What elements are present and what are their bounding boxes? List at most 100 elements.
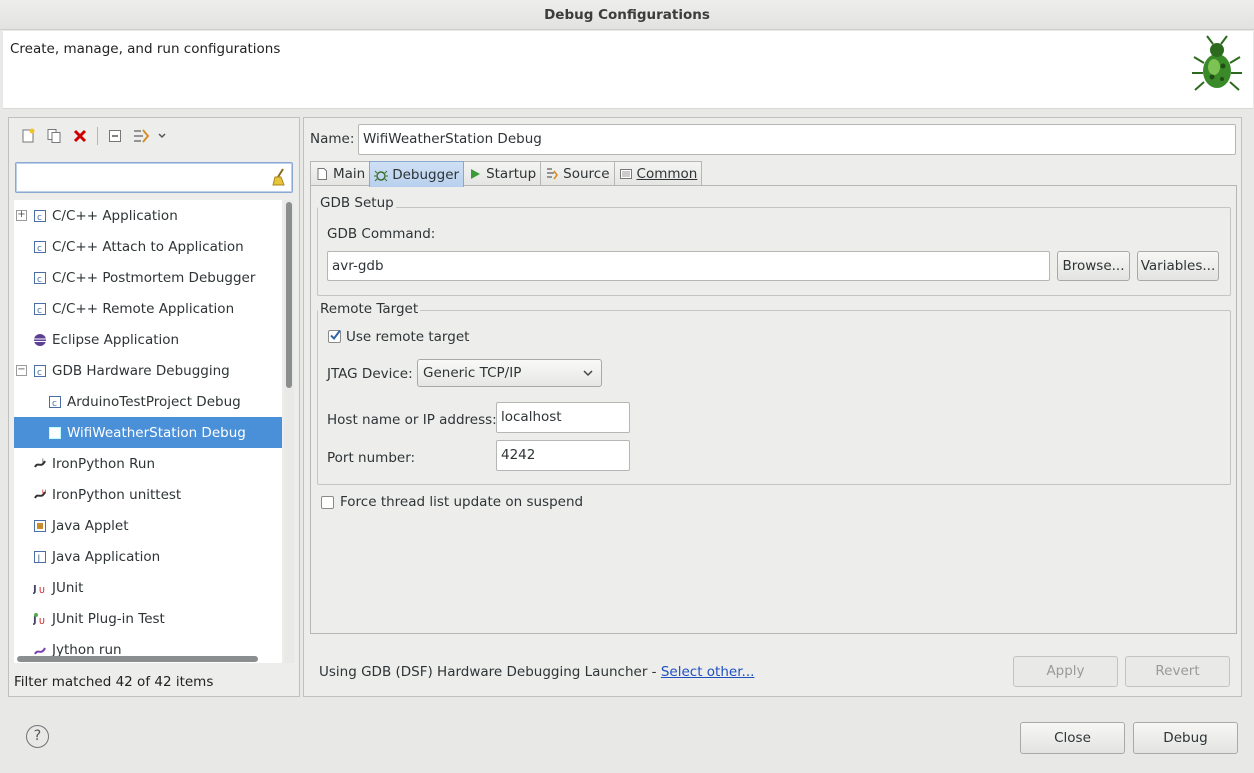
duplicate-icon [47, 129, 61, 143]
source-tab-icon [545, 167, 559, 181]
expand-icon[interactable]: + [16, 210, 27, 221]
tab-main[interactable]: Main [310, 161, 371, 186]
new-config-button[interactable] [15, 125, 41, 147]
tab-label: Main [333, 166, 366, 182]
collapse-all-button[interactable] [102, 125, 128, 147]
tree-item[interactable]: c ArduinoTestProject Debug [14, 386, 282, 417]
chevron-down-icon [583, 370, 593, 377]
tree-item[interactable]: c WifiWeatherStation Debug [14, 417, 282, 448]
header-banner: Create, manage, and run configurations [3, 31, 1253, 109]
tree-vertical-scroll-thumb[interactable] [286, 202, 292, 388]
force-thread-update-checkbox[interactable] [321, 496, 334, 509]
close-button[interactable]: Close [1020, 722, 1125, 754]
use-remote-target-label[interactable]: Use remote target [346, 329, 469, 345]
tree-item[interactable]: Java Applet [14, 510, 282, 541]
common-tab-icon [619, 167, 633, 181]
svg-text:c: c [52, 430, 57, 440]
tree-horizontal-scrollbar[interactable] [14, 654, 294, 664]
revert-button[interactable]: Revert [1125, 656, 1230, 687]
svg-text:U: U [42, 489, 46, 496]
view-menu-button[interactable] [154, 125, 170, 147]
tree-item[interactable]: c C/C++ Remote Application [14, 293, 282, 324]
browse-button[interactable]: Browse... [1057, 251, 1130, 281]
c-app-icon: c [48, 395, 62, 409]
configuration-tree[interactable]: + c C/C++ Application c C/C++ Attach to Appl… [14, 200, 282, 663]
host-input[interactable]: localhost [496, 402, 630, 433]
name-input[interactable]: WifiWeatherStation Debug [358, 124, 1236, 155]
tree-item-label: Java Application [52, 548, 161, 565]
main-tab-icon [315, 167, 329, 181]
java-app-icon: J [33, 550, 47, 564]
tree-item[interactable]: c C/C++ Postmortem Debugger [14, 262, 282, 293]
tree-vertical-scrollbar[interactable] [284, 200, 294, 663]
dropdown-icon [158, 133, 166, 139]
debugger-tab-content: GDB Setup GDB Command: avr-gdb Browse...… [310, 185, 1237, 634]
junit-plugin-icon: JU [32, 612, 47, 626]
collapse-all-icon [109, 130, 121, 142]
c-app-icon: c [33, 271, 47, 285]
svg-text:U: U [39, 617, 45, 626]
tab-debugger[interactable]: Debugger [369, 161, 465, 187]
junit-icon: JU [32, 581, 47, 595]
gdb-setup-legend: GDB Setup [318, 195, 396, 211]
tab-source[interactable]: Source [540, 161, 615, 186]
duplicate-config-button[interactable] [41, 125, 67, 147]
tree-item[interactable]: c C/C++ Attach to Application [14, 231, 282, 262]
tree-item[interactable]: J U JUnit Plug-in Test [14, 603, 282, 634]
tree-item[interactable]: U IronPython unittest [14, 479, 282, 510]
filter-input[interactable] [15, 162, 293, 193]
clear-filter-icon[interactable] [271, 168, 289, 186]
tab-startup[interactable]: Startup [463, 161, 542, 186]
gdb-command-input[interactable]: avr-gdb [327, 251, 1050, 281]
jtag-device-select[interactable]: Generic TCP/IP [417, 359, 602, 387]
svg-text:J: J [37, 554, 41, 564]
tree-item-label: Java Applet [52, 517, 129, 534]
variables-button[interactable]: Variables... [1137, 251, 1219, 281]
tree-horizontal-scroll-thumb[interactable] [17, 656, 258, 662]
new-config-icon [22, 128, 35, 143]
svg-text:U: U [39, 586, 45, 595]
svg-text:c: c [52, 399, 57, 409]
configuration-list-panel: + c C/C++ Application c C/C++ Attach to Appl… [8, 117, 300, 697]
filter-status: Filter matched 42 of 42 items [14, 674, 214, 690]
tree-item[interactable]: I IronPython Run [14, 448, 282, 479]
collapse-icon[interactable]: − [16, 365, 27, 376]
left-toolbar [15, 124, 170, 148]
tree-item[interactable]: + c C/C++ Application [14, 200, 282, 231]
delete-config-button[interactable] [67, 125, 93, 147]
tab-common[interactable]: Common [613, 161, 703, 186]
tree-item-label: IronPython Run [52, 455, 156, 472]
python-test-icon: U [33, 488, 47, 502]
tree-item-label: C/C++ Postmortem Debugger [52, 269, 256, 286]
tree-item[interactable]: − c GDB Hardware Debugging [14, 355, 282, 386]
tree-item[interactable]: J Java Application [14, 541, 282, 572]
tree-item-label: IronPython unittest [52, 486, 182, 503]
force-thread-update-label[interactable]: Force thread list update on suspend [340, 494, 583, 510]
apply-button[interactable]: Apply [1013, 656, 1118, 687]
tab-label: Source [563, 166, 610, 182]
filter-icon [134, 129, 149, 143]
port-input[interactable]: 4242 [496, 440, 630, 471]
tree-item[interactable]: J U JUnit [14, 572, 282, 603]
filter-button[interactable] [128, 125, 154, 147]
python-icon: I [33, 457, 47, 471]
tree-item-label: C/C++ Attach to Application [52, 238, 244, 255]
checkmark-icon [330, 329, 341, 341]
configuration-editor-panel: Name: WifiWeatherStation Debug Main Debug… [303, 117, 1242, 697]
use-remote-target-checkbox[interactable] [328, 329, 341, 343]
tree-item-label: ArduinoTestProject Debug [67, 393, 241, 410]
toolbar-separator [97, 127, 98, 145]
tree-item[interactable]: Eclipse Application [14, 324, 282, 355]
remote-target-legend: Remote Target [318, 301, 421, 317]
debug-button[interactable]: Debug [1133, 722, 1238, 754]
select-other-launcher-link[interactable]: Select other... [661, 664, 755, 680]
svg-text:c: c [37, 306, 42, 316]
help-icon[interactable]: ? [26, 725, 49, 748]
tree-item-label: JUnit [52, 579, 84, 596]
debugger-tab-icon [374, 168, 389, 182]
port-label: Port number: [327, 450, 416, 466]
tab-label: Common [636, 166, 698, 182]
name-label: Name: [310, 131, 355, 147]
launcher-text: Using GDB (DSF) Hardware Debugging Launc… [319, 664, 661, 680]
c-app-icon: c [48, 426, 62, 440]
